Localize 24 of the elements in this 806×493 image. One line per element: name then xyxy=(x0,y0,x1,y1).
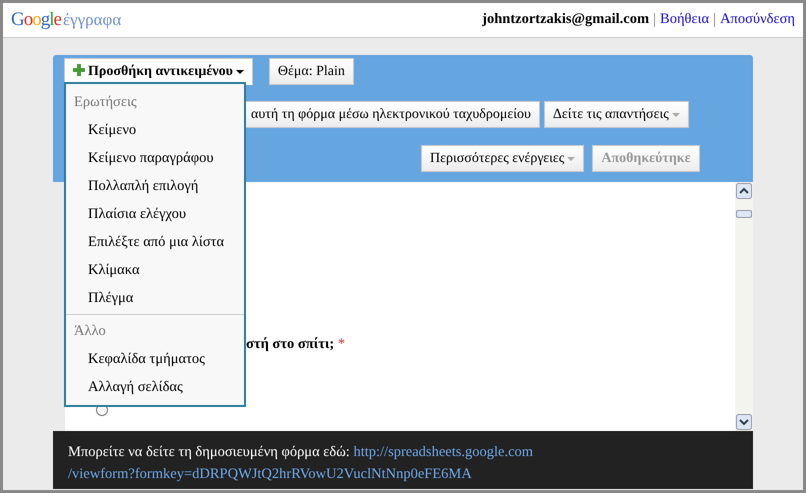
menu-item[interactable]: Επιλέξτε από μια λίστα xyxy=(66,228,244,256)
menu-item[interactable]: Κείμενο xyxy=(66,116,244,144)
header-link[interactable]: Αποσύνδεση xyxy=(720,9,795,31)
theme-button[interactable]: Θέμα: Plain xyxy=(268,58,354,85)
form-link[interactable]: http://spreadsheets.google.com xyxy=(353,444,534,460)
menu-item[interactable]: Κεφαλίδα τμήματος xyxy=(66,345,244,373)
more-actions-button[interactable]: Περισσότερες ενέργειες xyxy=(421,145,584,172)
product-name: έγγραφα xyxy=(62,8,122,31)
menu-item[interactable]: Κείμενο παραγράφου xyxy=(66,144,244,172)
question-text: στή στο σπίτι; * xyxy=(246,335,346,354)
logo[interactable]: Google xyxy=(11,6,61,34)
menu-item[interactable]: Κλίμακα xyxy=(66,256,244,284)
header-link[interactable]: Βοήθεια xyxy=(660,9,710,31)
published-form-text: Μπορείτε να δείτε τη δημοσιευμένη φόρμα εδώ: http://spreadsheets.google.com /viewform?formkey=dDRPQWJtQ2hrRVowU2VuclNtNnp0eFE6MA xyxy=(68,443,534,484)
required-mark: * xyxy=(338,336,346,352)
menu-item[interactable]: Πλαίσια ελέγχου xyxy=(66,200,244,228)
menu-heading: Άλλο xyxy=(73,322,107,341)
menu-item[interactable]: Πλέγμα xyxy=(66,284,244,312)
account-email: johntzortzakis@gmail.com xyxy=(482,10,650,30)
responses-button[interactable]: Δείτε τις απαντήσεις xyxy=(544,101,689,128)
menu-item[interactable]: Πολλαπλή επιλογή xyxy=(66,172,244,200)
form-link[interactable]: /viewform?formkey=dDRPQWJtQ2hrRVowU2VuclNtNnp0eFE6MA xyxy=(68,466,472,482)
menu-item[interactable]: Αλλαγή σελίδας xyxy=(66,373,244,401)
menu-heading: Ερωτήσεις xyxy=(73,93,138,112)
